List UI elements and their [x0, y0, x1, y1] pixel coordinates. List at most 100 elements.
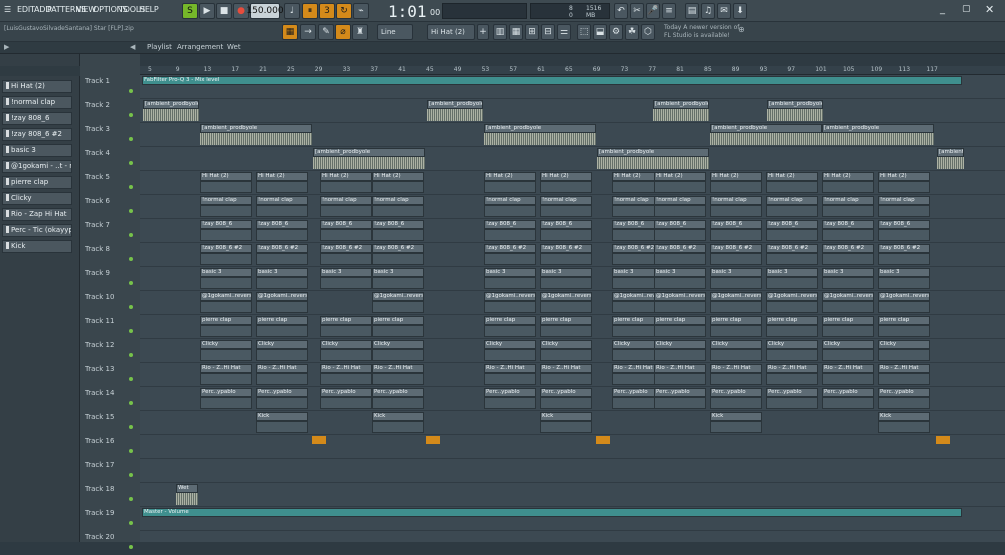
mic-icon[interactable]: 🎤 [646, 3, 660, 19]
track-name-12[interactable]: Track 12 [85, 341, 133, 349]
track-lane-20[interactable] [140, 531, 1005, 555]
play-arrow-icon[interactable]: ▶ [4, 43, 9, 51]
clip-ambient[interactable]: [ambient_prodbyole [200, 124, 312, 133]
clip-gok[interactable]: @1gokami..reverse [710, 292, 762, 301]
clip-gok[interactable]: @1gokami..reverse [484, 292, 536, 301]
track-mute-7[interactable] [129, 233, 133, 237]
clip-basic[interactable]: basic 3 [200, 268, 252, 277]
clip-kick[interactable]: Kick [372, 412, 424, 421]
channel-2[interactable]: !normal clap [2, 96, 72, 109]
track-mute-6[interactable] [129, 209, 133, 213]
track-lane-16[interactable] [140, 435, 1005, 459]
clip-zay2[interactable]: !zay 808_6 #2 [372, 244, 424, 253]
clip-gok[interactable]: @1gokami..reverse [540, 292, 592, 301]
clip-ambient[interactable]: [ambient_prodbyole [822, 124, 934, 133]
clip-pierre[interactable]: pierre clap [484, 316, 536, 325]
clip-zay2[interactable]: !zay 808_6 #2 [710, 244, 762, 253]
stop-button[interactable]: ■ [216, 3, 232, 19]
toolbar-icon-f[interactable]: ⬚ [577, 24, 591, 40]
clip-rio[interactable]: Rio - Z..Hi Hat [320, 364, 372, 373]
clip-ambient[interactable]: [ambient_prodbyole [653, 100, 709, 109]
clip-zay[interactable]: !zay 808_6 [484, 220, 536, 229]
track-mute-18[interactable] [129, 497, 133, 501]
clip-pierre[interactable]: pierre clap [372, 316, 424, 325]
clip-zay[interactable]: !zay 808_6 [372, 220, 424, 229]
clip-zay[interactable]: !zay 808_6 [654, 220, 706, 229]
track-name-20[interactable]: Track 20 [85, 533, 133, 541]
clip-wet[interactable]: Wet [176, 484, 198, 493]
menu-edit[interactable]: EDIT [17, 5, 35, 14]
step-edit-button[interactable]: ⌁ [353, 3, 369, 19]
clip-zay[interactable]: !zay 808_6 [710, 220, 762, 229]
clip-hihat[interactable]: Hi Hat (2) [200, 172, 252, 181]
clip-pierre[interactable]: pierre clap [654, 316, 706, 325]
track-name-16[interactable]: Track 16 [85, 437, 133, 445]
clip-basic[interactable]: basic 3 [256, 268, 308, 277]
track-mute-14[interactable] [129, 401, 133, 405]
clip-hihat[interactable]: Hi Hat (2) [878, 172, 930, 181]
clip-clicky[interactable]: Clicky [540, 340, 592, 349]
clip-zay[interactable]: !zay 808_6 [540, 220, 592, 229]
clip-basic[interactable]: basic 3 [710, 268, 762, 277]
clip-rio[interactable]: Rio - Z..Hi Hat [372, 364, 424, 373]
playlist-snap-orange[interactable]: ▦ [282, 24, 298, 40]
track-name-4[interactable]: Track 4 [85, 149, 133, 157]
toolbar-icon-b[interactable]: ▦ [509, 24, 523, 40]
clip-clicky[interactable]: Clicky [256, 340, 308, 349]
clip-pierre[interactable]: pierre clap [766, 316, 818, 325]
clip-hihat[interactable]: Hi Hat (2) [484, 172, 536, 181]
track-lane-17[interactable] [140, 459, 1005, 483]
clip-ambient[interactable]: [ambient_prodbyole [767, 100, 823, 109]
clip-hihat[interactable]: Hi Hat (2) [654, 172, 706, 181]
clip-clap[interactable]: !normal clap [200, 196, 252, 205]
track-name-8[interactable]: Track 8 [85, 245, 133, 253]
track-lane-4[interactable] [140, 147, 1005, 171]
clip-clap[interactable]: !normal clap [878, 196, 930, 205]
clip-perc[interactable]: Perc..ypablo [256, 388, 308, 397]
download-icon[interactable]: ⬇ [733, 3, 747, 19]
clip-clap[interactable]: !normal clap [654, 196, 706, 205]
clip-clicky[interactable]: Clicky [710, 340, 762, 349]
clip-hihat[interactable]: Hi Hat (2) [372, 172, 424, 181]
browser-icon[interactable]: ✉ [717, 3, 731, 19]
mixer-icon[interactable]: ≡ [662, 3, 676, 19]
clip-basic[interactable]: basic 3 [372, 268, 424, 277]
track-mute-2[interactable] [129, 113, 133, 117]
clip-basic[interactable]: basic 3 [878, 268, 930, 277]
clip-gok[interactable]: @1gokami..reverse [256, 292, 308, 301]
clip-clicky[interactable]: Clicky [372, 340, 424, 349]
clip-zay2[interactable]: !zay 808_6 #2 [654, 244, 706, 253]
clip-zay2[interactable]: !zay 808_6 #2 [200, 244, 252, 253]
channel-1[interactable]: Hi Hat (2) [2, 80, 72, 93]
track-mute-5[interactable] [129, 185, 133, 189]
clip-perc[interactable]: Perc..ypablo [654, 388, 706, 397]
track-name-19[interactable]: Track 19 [85, 509, 133, 517]
undo-icon[interactable]: ↶ [614, 3, 628, 19]
clip-clap[interactable]: !normal clap [320, 196, 372, 205]
clip-ambient[interactable]: [ambient_prodbyole [143, 100, 199, 109]
track-name-10[interactable]: Track 10 [85, 293, 133, 301]
back-icon[interactable]: ◀ [130, 43, 135, 51]
channel-8[interactable]: Clicky [2, 192, 72, 205]
clip-rio[interactable]: Rio - Z..Hi Hat [878, 364, 930, 373]
clip-perc[interactable]: Perc..ypablo [766, 388, 818, 397]
toolbar-icon-d[interactable]: ⊟ [541, 24, 555, 40]
clip-gok[interactable]: @1gokami..reverse [878, 292, 930, 301]
track-mute-12[interactable] [129, 353, 133, 357]
toolbar-icon-i[interactable]: ☘ [625, 24, 639, 40]
channel-11[interactable]: Kick [2, 240, 72, 253]
automation-19[interactable]: Master - Volume [142, 508, 962, 517]
track-mute-1[interactable] [129, 89, 133, 93]
track-mute-8[interactable] [129, 257, 133, 261]
channel-9[interactable]: Rio - Zap Hi Hat [2, 208, 72, 221]
marker-clip[interactable] [426, 436, 440, 444]
clip-pierre[interactable]: pierre clap [320, 316, 372, 325]
clip-gok[interactable]: @1gokami..reverse [654, 292, 706, 301]
loop-record-button[interactable]: ↻ [336, 3, 352, 19]
track-mute-20[interactable] [129, 545, 133, 549]
tempo-display[interactable]: 150.000 [246, 3, 284, 19]
clip-gok[interactable]: @1gokami..reverse [200, 292, 252, 301]
track-name-9[interactable]: Track 9 [85, 269, 133, 277]
clip-pierre[interactable]: pierre clap [540, 316, 592, 325]
clip-clicky[interactable]: Clicky [878, 340, 930, 349]
